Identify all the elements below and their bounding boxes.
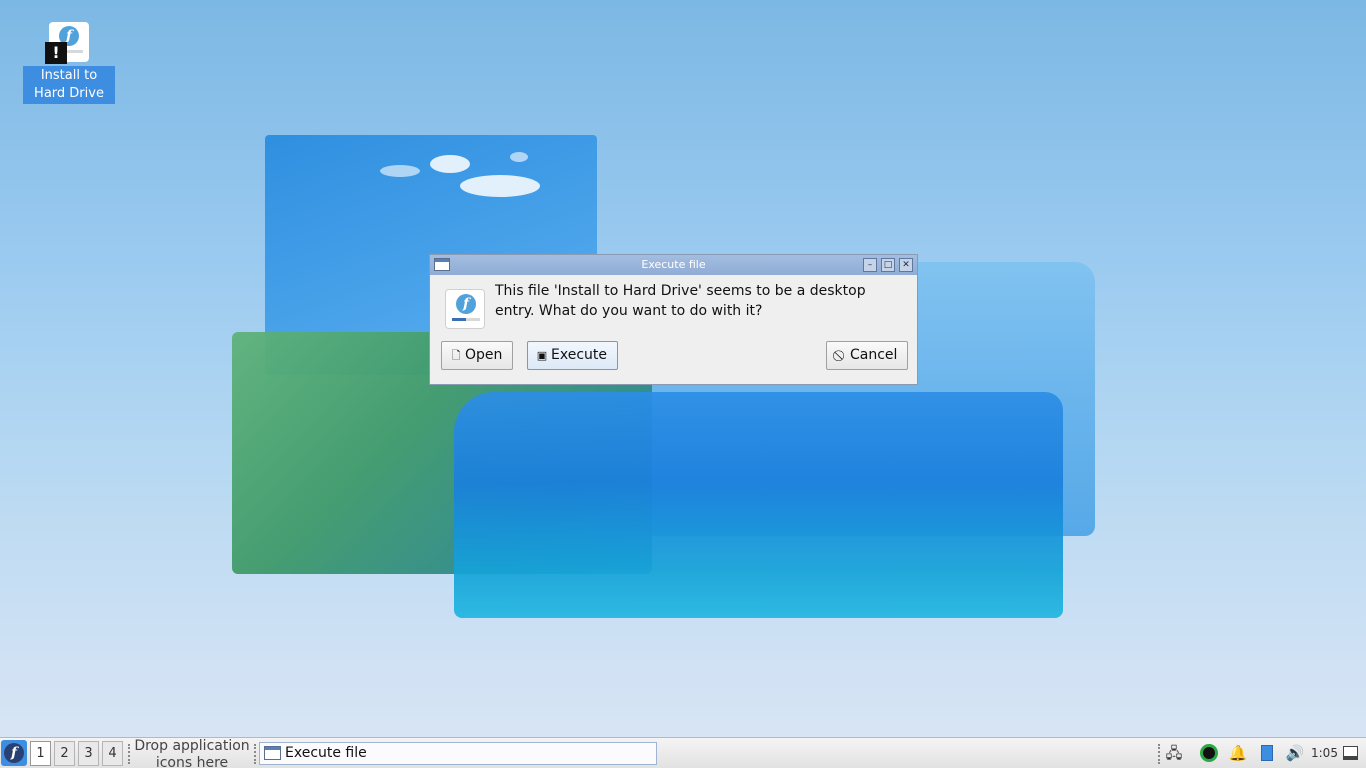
open-button[interactable]: 🗋 Open [441, 341, 514, 370]
document-icon: 🗋 [451, 349, 461, 362]
desktop-icon-install-to-hard-drive[interactable]: f ! Install to Hard Drive [23, 20, 115, 106]
window-icon [264, 746, 281, 760]
open-button-label: Open [465, 347, 503, 363]
execute-button-label: Execute [551, 347, 607, 363]
cancel-icon: ⃠ [835, 342, 847, 369]
execute-file-dialog: Execute file – □ ✕ f This file 'Install … [429, 254, 918, 385]
wallpaper-cloud [430, 155, 470, 173]
clipboard-icon[interactable] [1257, 742, 1277, 765]
start-menu-button[interactable]: f [1, 740, 27, 766]
execute-icon: ▣ [536, 349, 548, 362]
cancel-button-label: Cancel [850, 347, 898, 363]
dialog-title: Execute file [641, 258, 706, 271]
minimize-button[interactable]: – [863, 258, 877, 272]
workspace-3[interactable]: 3 [78, 741, 99, 766]
update-status-icon[interactable] [1197, 742, 1221, 765]
wallpaper-cloud [510, 152, 528, 162]
dialog-message: This file 'Install to Hard Drive' seems … [495, 283, 866, 319]
panel-handle[interactable] [254, 744, 257, 764]
wallpaper-front-panel [454, 392, 1063, 618]
notification-bell-icon[interactable]: 🔔 [1228, 742, 1248, 765]
workspace-2[interactable]: 2 [54, 741, 75, 766]
maximize-button[interactable]: □ [881, 258, 895, 272]
wallpaper-cloud [460, 175, 540, 197]
task-execute-file[interactable]: Execute file [259, 742, 657, 765]
cancel-button[interactable]: ⃠Cancel [826, 341, 909, 370]
fedora-logo-icon: f [456, 294, 476, 314]
window-icon[interactable] [434, 258, 450, 271]
launcher-drop-zone: Drop application icons here [134, 738, 250, 768]
workspace-1[interactable]: 1 [30, 741, 51, 766]
taskbar: f 1 2 3 4 Drop application icons here Ex… [0, 737, 1366, 768]
dialog-titlebar[interactable]: Execute file – □ ✕ [430, 255, 917, 275]
wallpaper-cloud [380, 165, 420, 177]
progress-fill [452, 318, 466, 321]
workspace-4[interactable]: 4 [102, 741, 123, 766]
dialog-body: f This file 'Install to Hard Drive' seem… [430, 275, 917, 385]
fedora-logo-icon: f [4, 743, 24, 763]
panel-handle[interactable] [1158, 744, 1161, 764]
network-icon[interactable]: 🖧 [1163, 742, 1185, 765]
task-title: Execute file [285, 745, 367, 761]
warning-icon: ! [45, 42, 67, 64]
desktop-entry-icon: f [445, 289, 485, 329]
show-desktop-icon[interactable] [1343, 746, 1358, 760]
desktop-icon-label: Install to Hard Drive [23, 66, 115, 104]
execute-button[interactable]: ▣ Execute [527, 341, 618, 370]
panel-handle[interactable] [128, 744, 131, 764]
clock[interactable]: 1:05 [1311, 738, 1338, 768]
volume-icon[interactable]: 🔊 [1285, 742, 1305, 765]
close-button[interactable]: ✕ [899, 258, 913, 272]
